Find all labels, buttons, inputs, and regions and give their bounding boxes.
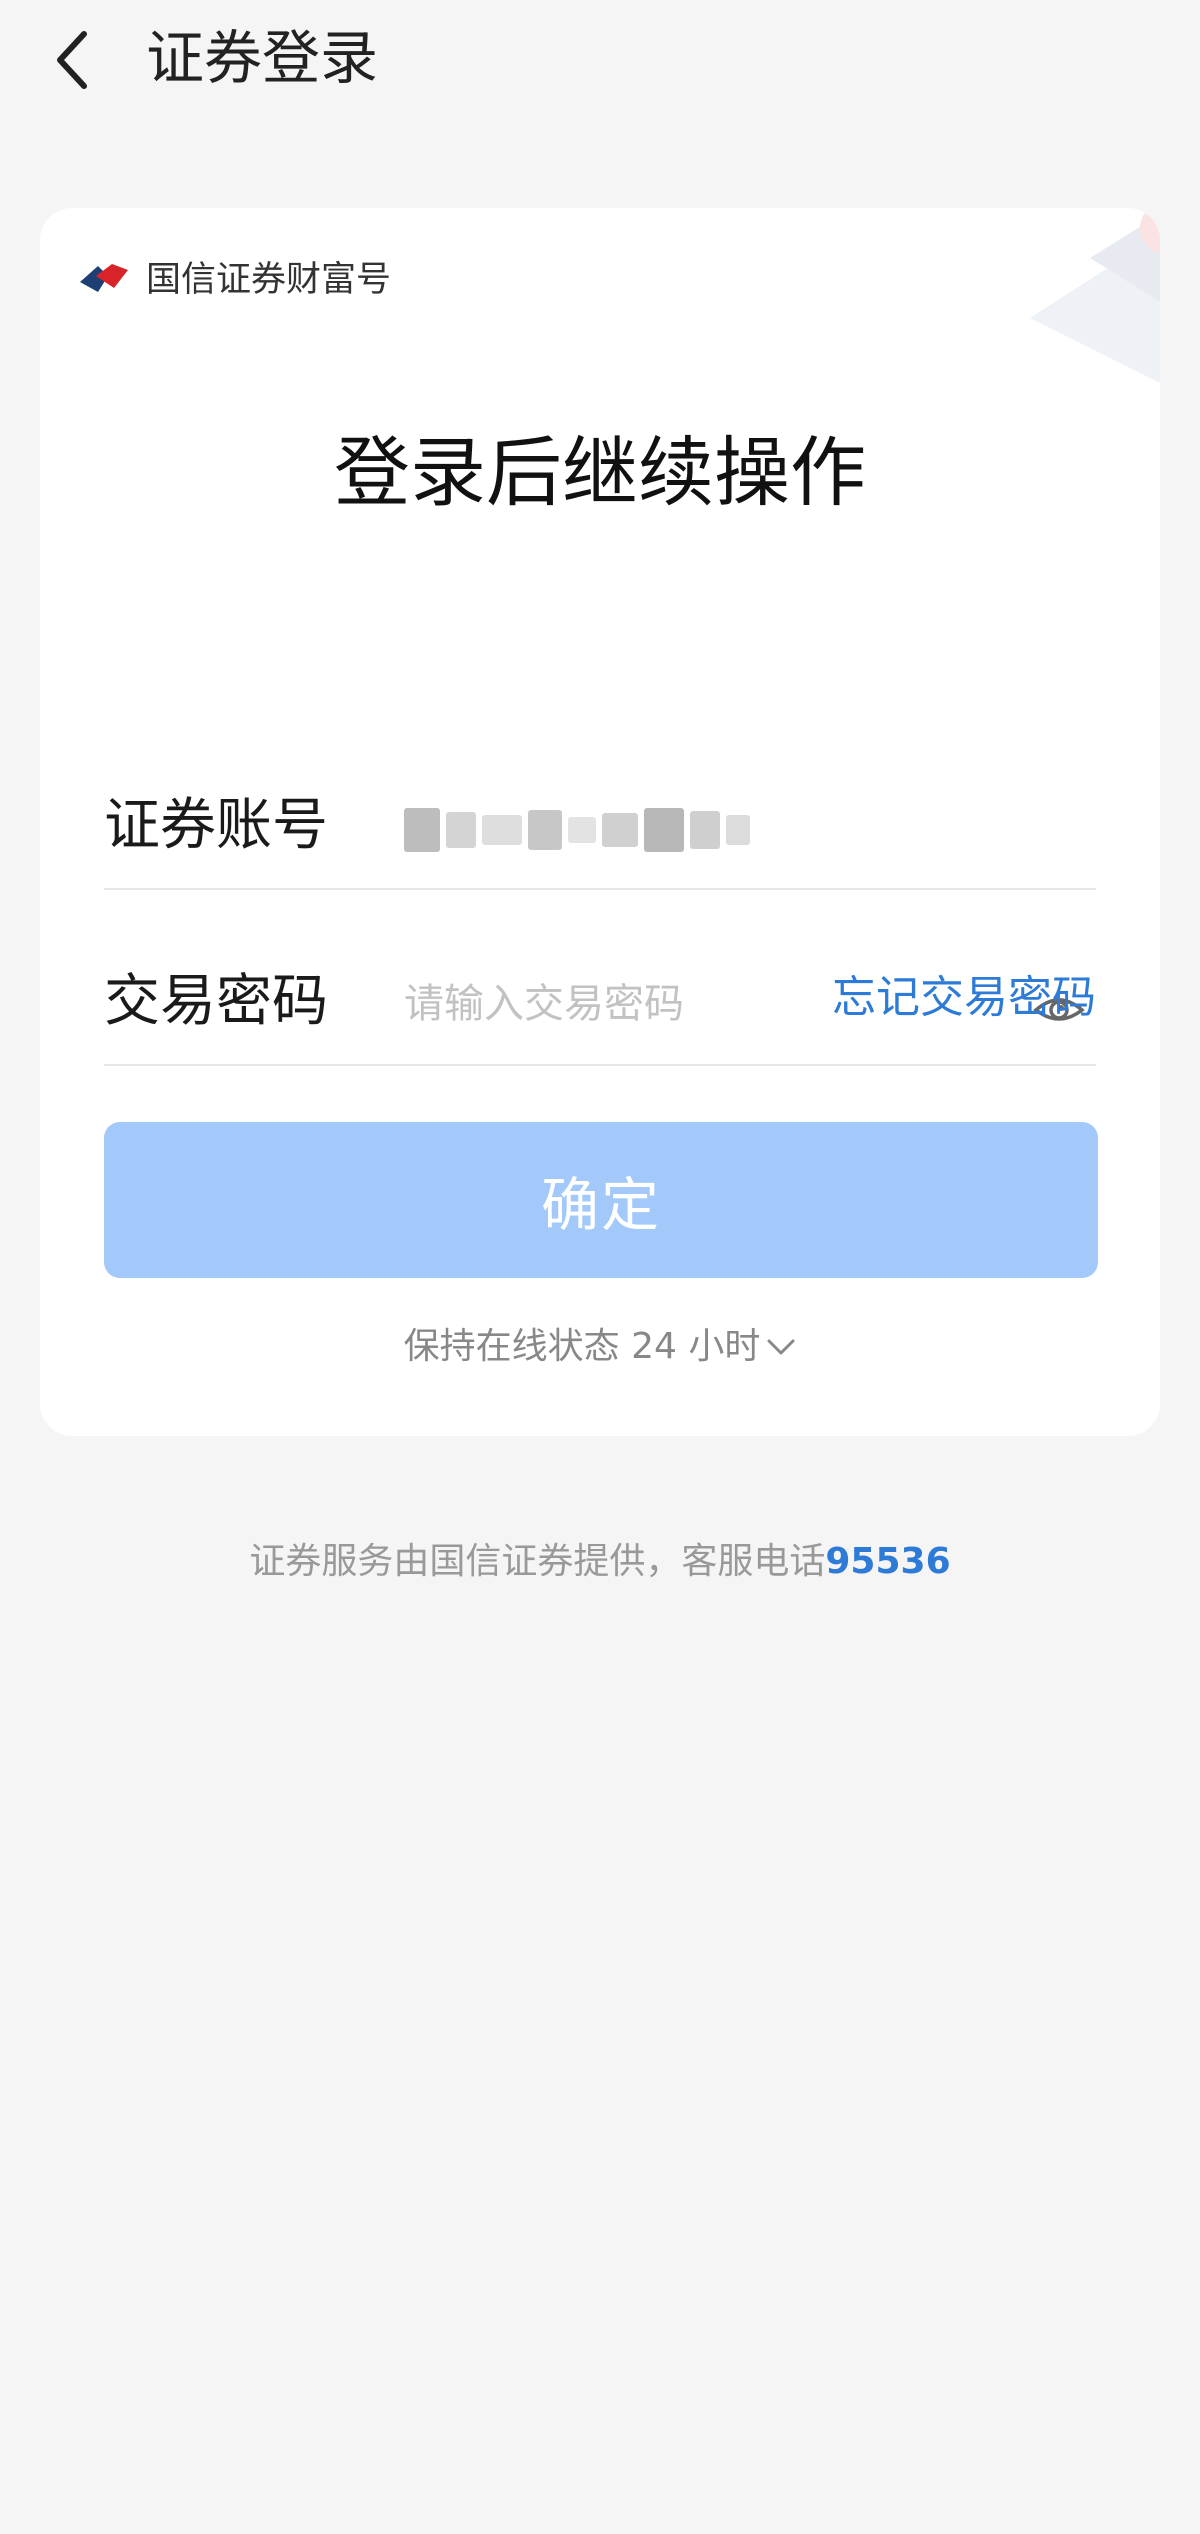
card-heading: 登录后继续操作 — [334, 428, 866, 517]
account-label: 证券账号 — [104, 793, 328, 858]
account-row[interactable]: 证券账号 — [104, 750, 1096, 890]
decoration-graphic — [1030, 208, 1160, 383]
guosen-logo-icon — [80, 264, 128, 292]
login-page: 证券登录 国信证券财富号 登录后继续操作 证券账号 交易密码 忘记交易密码 确定… — [0, 0, 1200, 2534]
chevron-left-icon — [57, 31, 87, 89]
brand-name: 国信证券财富号 — [146, 260, 392, 300]
login-card: 国信证券财富号 登录后继续操作 证券账号 交易密码 忘记交易密码 确定 保持在线… — [40, 208, 1160, 1436]
stay-online-toggle[interactable]: 保持在线状态 24 小时 — [40, 1322, 1160, 1372]
chevron-down-icon — [767, 1339, 795, 1355]
stay-online-label: 保持在线状态 24 小时 — [403, 1326, 761, 1367]
service-phone-link[interactable]: 95536 — [825, 1541, 950, 1582]
footer-text: 证券服务由国信证券提供，客服电话 — [249, 1541, 826, 1582]
footer: 证券服务由国信证券提供，客服电话95536 — [0, 1534, 1200, 1590]
back-button[interactable] — [44, 26, 100, 94]
confirm-button[interactable]: 确定 — [104, 1122, 1098, 1278]
page-title: 证券登录 — [146, 24, 379, 92]
brand: 国信证券财富号 — [78, 250, 391, 310]
account-value-masked[interactable] — [404, 800, 764, 860]
password-label: 交易密码 — [104, 969, 328, 1034]
top-bar: 证券登录 — [0, 0, 1200, 120]
mosaic-blur — [404, 808, 750, 852]
forgot-password-link[interactable]: 忘记交易密码 — [832, 968, 1096, 1028]
